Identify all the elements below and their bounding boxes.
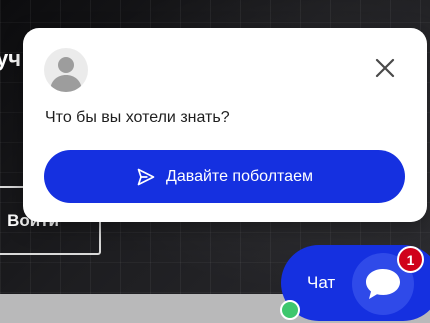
user-avatar-icon: [44, 48, 88, 92]
online-status-indicator: [280, 300, 300, 320]
background-heading-fragment: уч: [0, 46, 22, 71]
start-chat-label: Давайте поболтаем: [166, 167, 313, 185]
unread-count-badge: 1: [397, 246, 424, 273]
chat-popup: Что бы вы хотели знать? Давайте поболтае…: [23, 28, 427, 222]
close-icon: [375, 58, 395, 78]
chat-launcher-label: Чат: [307, 273, 336, 292]
start-chat-button[interactable]: Давайте поболтаем: [44, 150, 405, 203]
chat-question: Что бы вы хотели знать?: [45, 109, 230, 126]
send-icon: [137, 168, 155, 185]
close-button[interactable]: [372, 55, 398, 81]
